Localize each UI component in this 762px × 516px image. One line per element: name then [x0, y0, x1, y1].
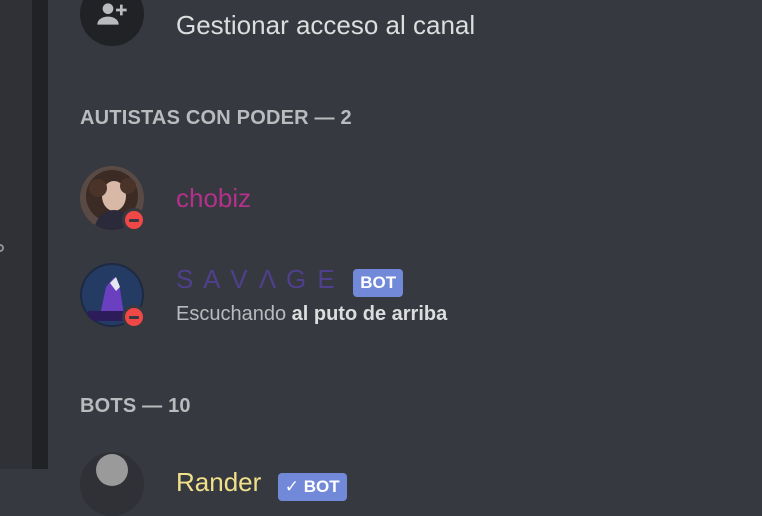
avatar — [80, 263, 146, 329]
member-name: chobiz — [176, 182, 252, 213]
member-list-panel: Gestionar acceso al canal AUTISTAS CON P… — [48, 0, 762, 516]
member-name: S A V Λ G E — [176, 263, 337, 294]
member-rander[interactable]: Rander ✓ BOT — [80, 452, 347, 516]
member-activity: Escuchando al puto de arriba — [176, 303, 447, 326]
activity-prefix: Escuchando — [176, 303, 287, 326]
role-header-bots: BOTS — 10 — [80, 395, 191, 417]
avatar — [80, 166, 146, 232]
verified-bot-tag: ✓ BOT — [277, 472, 347, 501]
avatar-image — [80, 452, 144, 516]
sidebar-edge-icon — [0, 244, 4, 252]
dnd-status-icon — [122, 208, 146, 232]
sidebar-divider — [32, 0, 48, 469]
member-chobiz[interactable]: chobiz — [80, 166, 252, 232]
add-user-icon — [80, 0, 144, 46]
bot-tag: BOT — [353, 269, 404, 298]
avatar — [80, 452, 144, 516]
channel-sidebar-edge — [0, 0, 32, 469]
dnd-status-icon — [122, 305, 146, 329]
member-name: Rander — [176, 467, 262, 498]
activity-detail: al puto de arriba — [291, 303, 448, 326]
manage-channel-access-button[interactable]: Gestionar acceso al canal — [80, 0, 475, 46]
manage-channel-access-label: Gestionar acceso al canal — [176, 9, 476, 40]
role-header-autistas: AUTISTAS CON PODER — 2 — [80, 107, 352, 129]
member-savage[interactable]: S A V Λ G E BOT Escuchando al puto de ar… — [80, 263, 447, 329]
